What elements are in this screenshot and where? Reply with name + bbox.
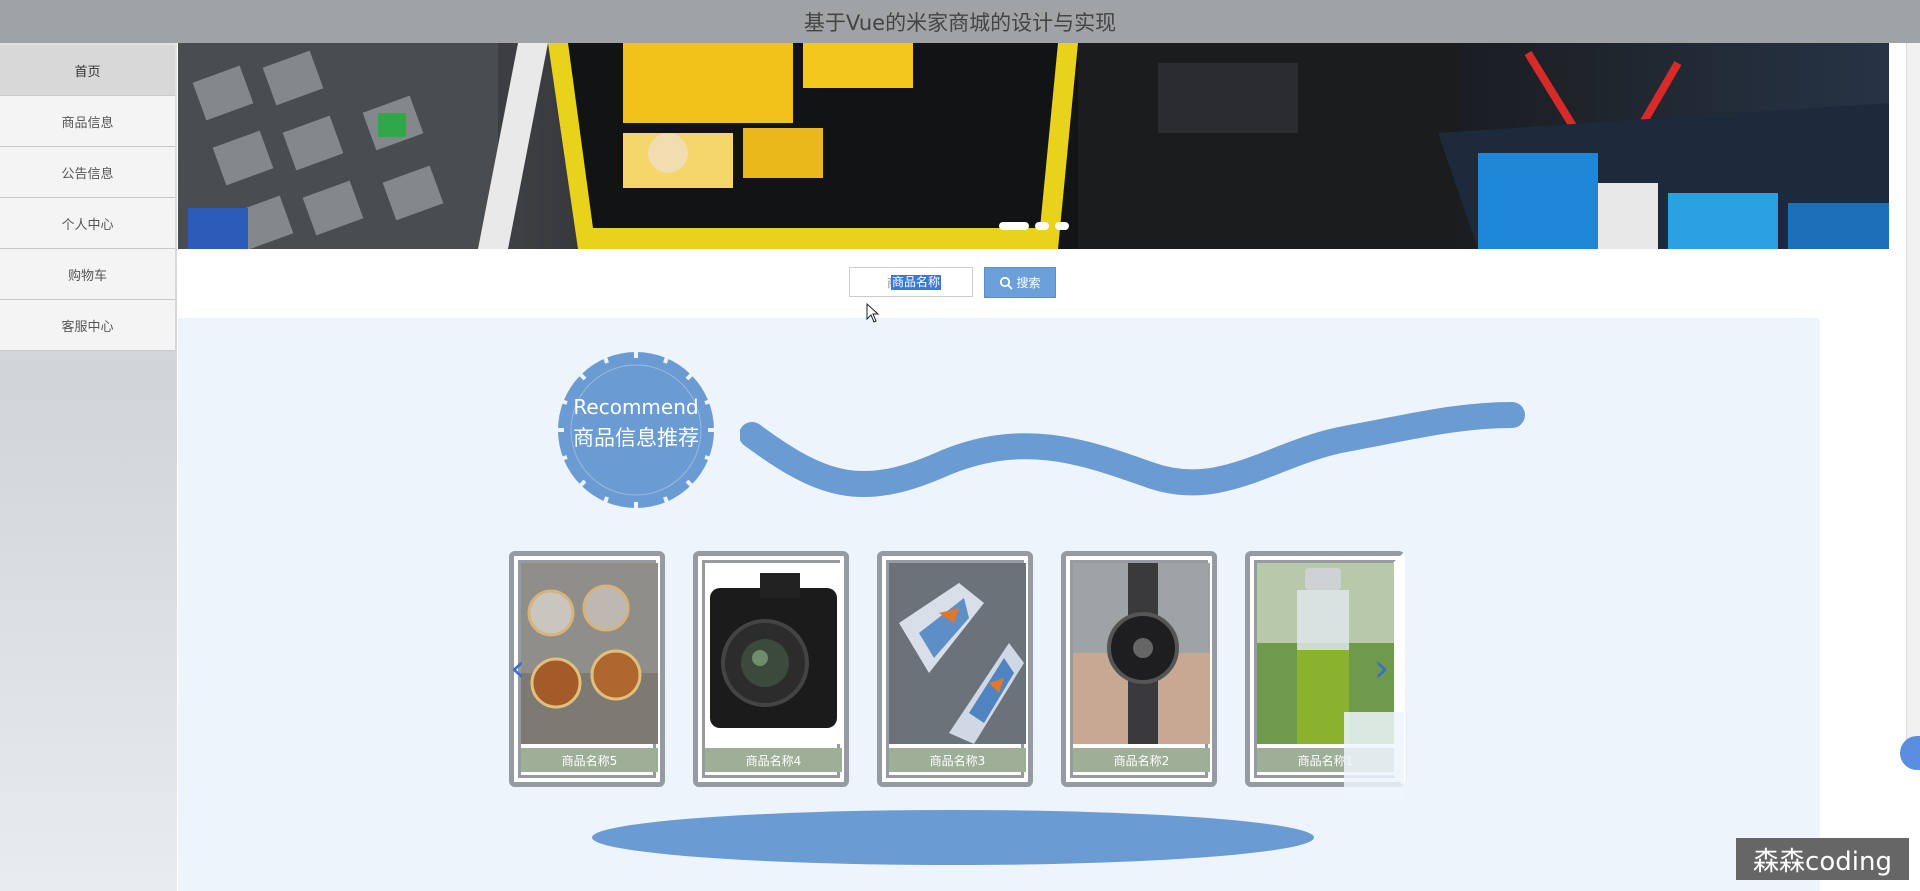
sunglasses-photo	[521, 563, 658, 744]
product-name: 商品名称2	[1073, 748, 1210, 772]
sidebar-item-label: 客服中心	[61, 319, 114, 335]
carousel-dot[interactable]	[1035, 222, 1049, 230]
sidebar-item-profile[interactable]: 个人中心	[0, 198, 175, 249]
camera-photo	[705, 563, 842, 744]
sidebar-item-cart[interactable]: 购物车	[0, 249, 175, 300]
watermark: 森森coding	[1736, 838, 1909, 880]
banner-carousel[interactable]	[178, 43, 1889, 249]
sidebar-item-products[interactable]: 商品信息	[0, 96, 175, 147]
scrollbar[interactable]	[1906, 43, 1920, 743]
search-input-selected-text: 商品名称	[891, 275, 942, 290]
decorative-wave	[740, 402, 1525, 497]
sidebar: 首页 商品信息 公告信息 个人中心 购物车 客服中心	[0, 43, 177, 891]
watermark-text: 森森coding	[1753, 846, 1892, 877]
site-title: 基于Vue的米家商城的设计与实现	[803, 10, 1117, 35]
carousel-next-arrow[interactable]: ›	[1374, 648, 1389, 688]
decorative-ellipse	[592, 810, 1314, 865]
sidebar-item-label: 商品信息	[61, 115, 114, 131]
product-card[interactable]: 商品名称2	[1061, 551, 1217, 787]
sidebar-item-label: 个人中心	[61, 217, 114, 233]
sidebar-item-label: 公告信息	[61, 166, 114, 182]
product-name: 商品名称3	[889, 748, 1026, 772]
site-header: 基于Vue的米家商城的设计与实现	[0, 0, 1920, 43]
carousel-dot[interactable]	[999, 222, 1029, 230]
fade-overlay	[1344, 712, 1404, 802]
banner-image	[178, 43, 1889, 249]
mouse-cursor-icon	[866, 303, 880, 323]
product-card[interactable]: 商品名称4	[693, 551, 849, 787]
sidebar-item-label: 购物车	[67, 268, 107, 284]
sneakers-photo	[889, 563, 1026, 744]
product-card[interactable]: 商品名称3	[877, 551, 1033, 787]
recommend-title-cn: 商品信息推荐	[573, 426, 699, 450]
product-name: 商品名称5	[521, 748, 658, 772]
sidebar-item-service[interactable]: 客服中心	[0, 300, 175, 351]
sidebar-item-label: 首页	[74, 64, 101, 80]
carousel-prev-arrow[interactable]: ‹	[510, 648, 525, 688]
carousel-dot[interactable]	[1055, 222, 1069, 230]
floating-side-button[interactable]	[1900, 736, 1920, 770]
recommend-title: Recommend 商品信息推荐	[546, 395, 726, 452]
product-card[interactable]: 商品名称5	[509, 551, 665, 787]
search-button-label: 搜索	[1016, 276, 1041, 290]
watch-photo	[1073, 563, 1210, 744]
sidebar-item-home[interactable]: 首页	[0, 45, 175, 96]
recommend-title-en: Recommend	[573, 395, 699, 419]
sidebar-item-notices[interactable]: 公告信息	[0, 147, 175, 198]
search-button[interactable]: 搜索	[984, 267, 1056, 298]
search-icon	[1000, 276, 1014, 290]
product-name: 商品名称4	[705, 748, 842, 772]
